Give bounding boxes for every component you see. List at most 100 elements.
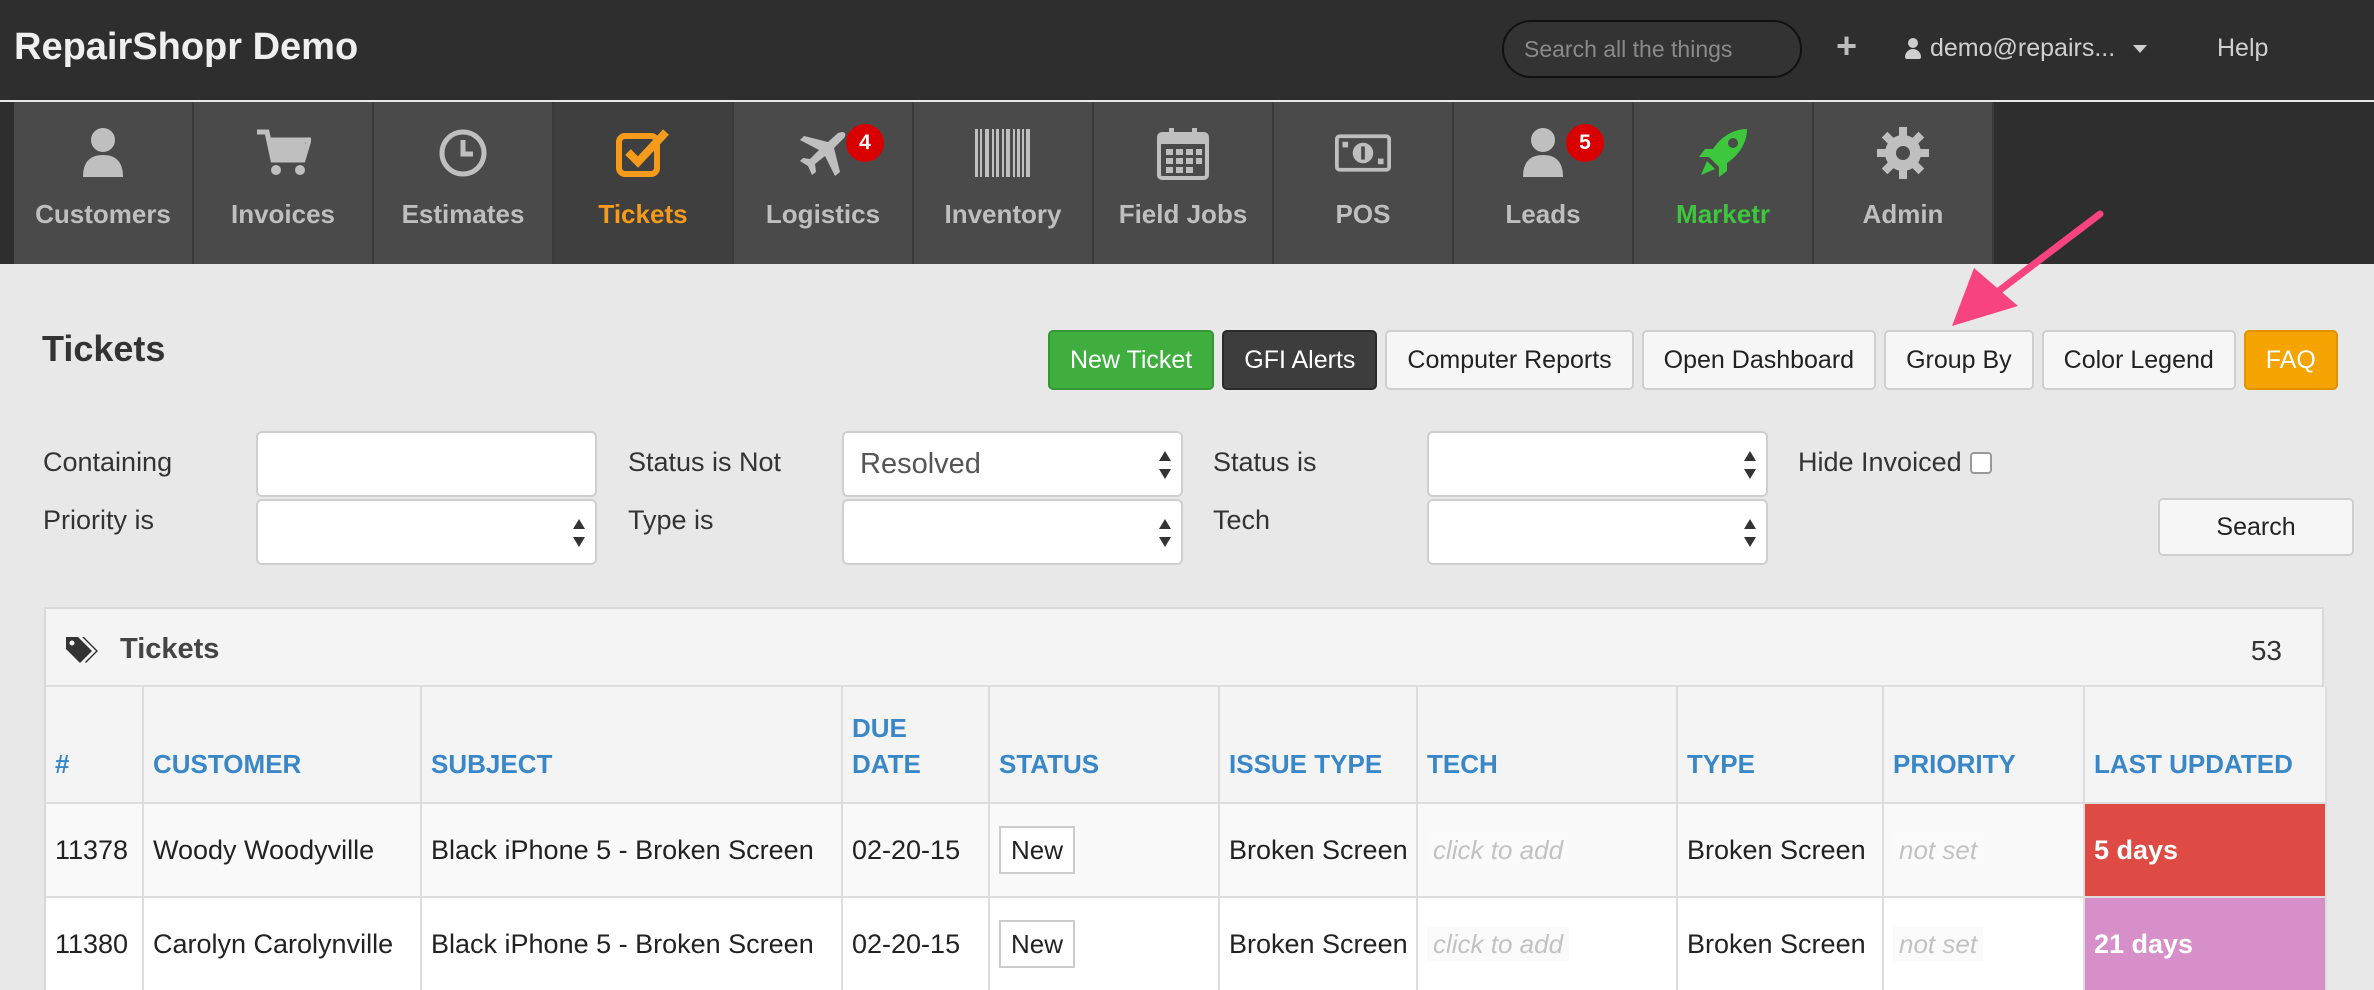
col-header-type[interactable]: TYPE	[1677, 687, 1884, 804]
select-arrows-icon	[1159, 519, 1171, 547]
annotation-arrow-icon	[1952, 210, 2104, 326]
nav-estimates[interactable]: Estimates	[374, 102, 554, 264]
global-search-input[interactable]	[1502, 20, 1802, 78]
status-not-select[interactable]: Resolved	[842, 431, 1183, 497]
status-not-value: Resolved	[860, 447, 981, 480]
nav-marketr[interactable]: Marketr	[1634, 102, 1814, 264]
gfi-alerts-button[interactable]: GFI Alerts	[1222, 330, 1378, 390]
nav-invoices[interactable]: Invoices	[194, 102, 374, 264]
tickets-table: # CUSTOMER SUBJECT DUE DATE STATUS ISSUE…	[46, 687, 2327, 990]
user-icon	[75, 125, 131, 181]
containing-label: Containing	[43, 447, 173, 477]
select-arrows-icon	[1159, 451, 1171, 479]
priority-select[interactable]	[256, 499, 597, 565]
app-title[interactable]: RepairShopr Demo	[14, 26, 358, 69]
ticket-number[interactable]: 11380	[46, 897, 144, 990]
computer-reports-button[interactable]: Computer Reports	[1385, 330, 1634, 390]
status-is-select[interactable]	[1427, 431, 1768, 497]
search-button[interactable]: Search	[2158, 498, 2354, 556]
tech-click-to-add[interactable]: click to add	[1427, 927, 1570, 961]
col-header-subject[interactable]: SUBJECT	[421, 687, 843, 804]
nav-leads[interactable]: 5 Leads	[1454, 102, 1634, 264]
tickets-panel: Tickets 53 # CUSTOMER SUBJECT DUE DATE S…	[44, 607, 2327, 990]
ticket-type: Broken Screen	[1677, 897, 1884, 990]
col-header-last-updated[interactable]: LAST UPDATED	[2084, 687, 2327, 804]
table-header-row: # CUSTOMER SUBJECT DUE DATE STATUS ISSUE…	[46, 687, 2327, 804]
ticket-status-cell: New	[989, 803, 1220, 898]
nav-label: Tickets	[598, 199, 688, 229]
nav-label: Field Jobs	[1118, 199, 1248, 229]
nav-label: Invoices	[230, 199, 336, 229]
barcode-icon	[975, 125, 1031, 181]
toolbar: New Ticket GFI Alerts Computer Reports O…	[1048, 330, 2338, 390]
open-dashboard-button[interactable]: Open Dashboard	[1641, 330, 1877, 390]
select-arrows-icon	[1744, 451, 1756, 479]
priority-not-set[interactable]: not set	[1893, 833, 1984, 867]
panel-title: Tickets	[120, 633, 220, 665]
cart-icon	[255, 125, 311, 181]
ticket-subject[interactable]: Black iPhone 5 - Broken Screen	[421, 897, 843, 990]
clock-icon	[435, 125, 491, 181]
nav-label: POS	[1335, 199, 1391, 229]
hide-invoiced-checkbox[interactable]	[1970, 452, 1992, 474]
user-menu[interactable]: demo@repairs...	[1904, 34, 2148, 63]
col-header-due-date[interactable]: DUE DATE	[842, 687, 990, 804]
select-arrows-icon	[573, 519, 585, 547]
nav-label: Customers	[35, 199, 171, 229]
containing-input[interactable]	[256, 431, 597, 497]
user-icon	[1515, 125, 1571, 181]
priority-label: Priority is	[43, 505, 155, 535]
help-link[interactable]: Help	[2217, 34, 2268, 63]
tech-label: Tech	[1213, 505, 1271, 535]
nav-label: Leads	[1505, 199, 1581, 229]
nav-label: Inventory	[944, 199, 1062, 229]
col-header-number[interactable]: #	[46, 687, 144, 804]
faq-button[interactable]: FAQ	[2243, 330, 2338, 390]
ticket-count: 53	[2250, 635, 2282, 666]
ticket-customer[interactable]: Carolyn Carolynville	[143, 897, 422, 990]
ticket-last-updated: 21 days	[2084, 897, 2327, 990]
nav-logistics[interactable]: 4 Logistics	[734, 102, 914, 264]
ticket-priority-cell: not set	[1883, 897, 2085, 990]
nav-label: Logistics	[765, 199, 881, 229]
nav-customers[interactable]: Customers	[14, 102, 194, 264]
nav-inventory[interactable]: Inventory	[914, 102, 1094, 264]
status-badge[interactable]: New	[999, 920, 1076, 968]
ticket-priority-cell: not set	[1883, 803, 2085, 898]
table-row[interactable]: 11378 Woody Woodyville Black iPhone 5 - …	[46, 803, 2327, 898]
col-header-issue-type[interactable]: ISSUE TYPE	[1219, 687, 1418, 804]
col-header-priority[interactable]: PRIORITY	[1883, 687, 2085, 804]
table-row[interactable]: 11380 Carolyn Carolynville Black iPhone …	[46, 897, 2327, 990]
status-not-label: Status is Not	[628, 447, 782, 477]
nav-label: Admin	[1862, 199, 1944, 229]
add-new-button[interactable]: +	[1836, 26, 1857, 66]
plane-icon	[795, 125, 851, 181]
nav-label: Estimates	[401, 199, 525, 229]
ticket-subject[interactable]: Black iPhone 5 - Broken Screen	[421, 803, 843, 898]
money-icon	[1335, 125, 1391, 181]
ticket-issue-type: Broken Screen	[1219, 803, 1418, 898]
page-title: Tickets	[42, 328, 166, 369]
ticket-due-date: 02-20-15	[842, 897, 990, 990]
col-header-tech[interactable]: TECH	[1417, 687, 1678, 804]
ticket-customer[interactable]: Woody Woodyville	[143, 803, 422, 898]
tech-select[interactable]	[1427, 499, 1768, 565]
nav-field-jobs[interactable]: Field Jobs	[1094, 102, 1274, 264]
col-header-customer[interactable]: CUSTOMER	[143, 687, 422, 804]
ticket-issue-type: Broken Screen	[1219, 897, 1418, 990]
ticket-number[interactable]: 11378	[46, 803, 144, 898]
type-label: Type is	[628, 505, 714, 535]
col-header-status[interactable]: STATUS	[989, 687, 1220, 804]
hide-invoiced-label: Hide Invoiced	[1798, 447, 1962, 477]
ticket-status-cell: New	[989, 897, 1220, 990]
priority-not-set[interactable]: not set	[1893, 927, 1984, 961]
type-select[interactable]	[842, 499, 1183, 565]
gear-icon	[1875, 125, 1931, 181]
nav-tickets[interactable]: Tickets	[554, 102, 734, 264]
tech-click-to-add[interactable]: click to add	[1427, 833, 1570, 867]
new-ticket-button[interactable]: New Ticket	[1048, 330, 1215, 390]
check-square-icon	[615, 125, 671, 181]
ticket-tech-cell: click to add	[1417, 803, 1678, 898]
nav-pos[interactable]: POS	[1274, 102, 1454, 264]
status-badge[interactable]: New	[999, 826, 1076, 874]
